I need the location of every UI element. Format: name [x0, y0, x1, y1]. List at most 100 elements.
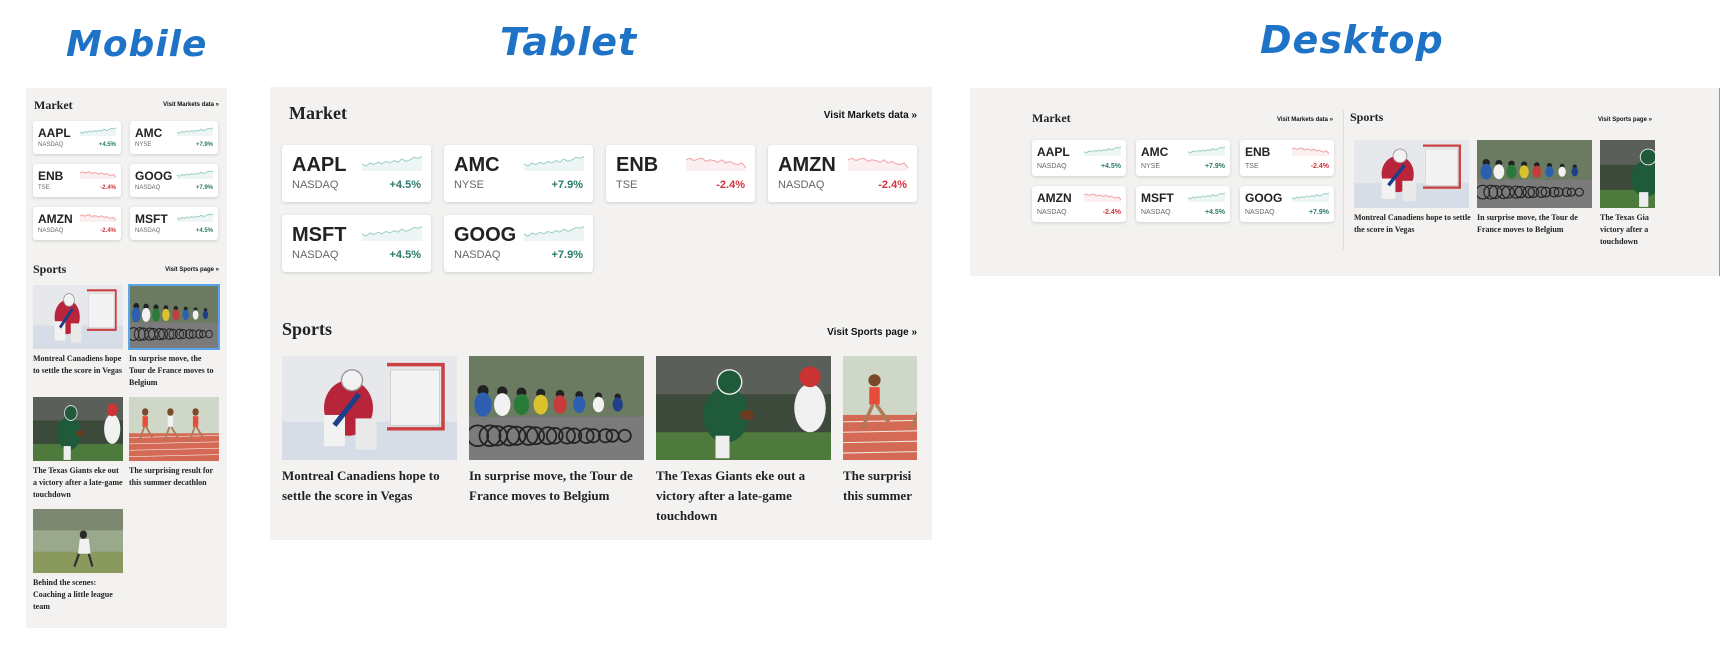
stock-card-aapl[interactable]: AAPL NASDAQ +4.5%	[33, 121, 121, 154]
stock-symbol: AMC	[135, 126, 163, 140]
stock-symbol: ENB	[616, 154, 659, 176]
sparkline-up-icon	[523, 226, 585, 241]
story-card[interactable]: The surprisi this summer	[843, 356, 917, 526]
cycling-peloton-photo	[469, 356, 644, 460]
story-caption: The Texas Gia victory after a touchdown	[1600, 213, 1649, 246]
sparkline-up-icon	[176, 170, 214, 179]
stock-card-aapl[interactable]: AAPL NASDAQ +4.5%	[1032, 140, 1126, 176]
stock-card-msft[interactable]: MSFT NASDAQ +4.5%	[130, 207, 218, 240]
sparkline-up-icon	[523, 156, 585, 171]
markets-link[interactable]: Visit Markets data »	[1277, 117, 1333, 123]
desktop-label: Desktop	[1260, 18, 1444, 62]
stock-change: +4.5%	[389, 179, 422, 191]
stock-symbol: MSFT	[292, 224, 347, 246]
story-caption: The Texas Giants eke out a victory after…	[656, 468, 806, 523]
stock-card-goog[interactable]: GOOG NASDAQ +7.9%	[1240, 186, 1334, 222]
market-title: Market	[1032, 111, 1071, 125]
stock-card-goog[interactable]: GOOG NASDAQ +7.9%	[130, 164, 218, 197]
stock-symbol: MSFT	[135, 212, 168, 226]
sparkline-up-icon	[1187, 192, 1226, 202]
stock-change: -2.4%	[716, 179, 745, 191]
story-caption: The Texas Giants eke out a victory after…	[33, 466, 123, 499]
story-card[interactable]: Behind the scenes: Coaching a little lea…	[33, 509, 123, 614]
stock-card-amzn[interactable]: AMZN NASDAQ -2.4%	[33, 207, 121, 240]
stock-card-msft[interactable]: MSFT NASDAQ +4.5%	[1136, 186, 1230, 222]
sparkline-up-icon	[176, 127, 214, 136]
sports-link[interactable]: Visit Sports page »	[1598, 117, 1652, 123]
stock-change: -2.4%	[1310, 163, 1329, 170]
sparkline-down-icon	[79, 214, 117, 222]
story-caption: In surprise move, the Tour de France mov…	[129, 354, 214, 387]
markets-link[interactable]: Visit Markets data »	[824, 110, 917, 121]
stock-symbol: AMC	[454, 154, 500, 176]
stock-card-enb[interactable]: ENB TSE -2.4%	[33, 164, 121, 197]
stock-card-enb[interactable]: ENB TSE -2.4%	[1240, 140, 1334, 176]
sparkline-up-icon	[361, 226, 423, 241]
mobile-label: Mobile	[66, 24, 208, 65]
stock-card-amc[interactable]: AMC NYSE +7.9%	[130, 121, 218, 154]
stock-card-enb[interactable]: ENB TSE -2.4%	[606, 145, 755, 202]
football-runner-photo	[656, 356, 831, 460]
stock-change: +4.5%	[1204, 209, 1225, 216]
story-card[interactable]: Montreal Canadiens hope to settle the sc…	[1354, 140, 1471, 260]
story-card[interactable]: In surprise move, the Tour de France mov…	[469, 356, 644, 526]
cycling-peloton-photo	[1477, 140, 1592, 208]
stock-card-aapl[interactable]: AAPL NASDAQ +4.5%	[282, 145, 431, 202]
story-card[interactable]: In surprise move, the Tour de France mov…	[1477, 140, 1592, 260]
story-card[interactable]: The Texas Gia victory after a touchdown	[1600, 140, 1655, 260]
story-caption: Behind the scenes: Coaching a little lea…	[33, 578, 113, 611]
stock-change: +4.5%	[98, 142, 116, 148]
stock-exchange: NYSE	[135, 142, 152, 148]
story-caption: The surprisi this summer	[843, 468, 912, 503]
cycling-peloton-photo	[128, 284, 220, 350]
story-card[interactable]: The Texas Giants eke out a victory after…	[33, 397, 123, 502]
story-card[interactable]: The surprising result for this summer de…	[129, 397, 219, 502]
stock-change: -2.4%	[1102, 209, 1121, 216]
stock-change: +4.5%	[1100, 163, 1121, 170]
stock-card-amc[interactable]: AMC NYSE +7.9%	[444, 145, 593, 202]
sports-link[interactable]: Visit Sports page »	[827, 327, 917, 338]
stock-exchange: NASDAQ	[454, 249, 501, 261]
story-caption: Montreal Canadiens hope to settle the sc…	[1354, 213, 1471, 234]
stock-exchange: TSE	[38, 185, 50, 191]
sparkline-up-icon	[1083, 146, 1122, 156]
stock-exchange: NASDAQ	[1037, 163, 1067, 170]
story-card[interactable]: Montreal Canadiens hope to settle the sc…	[33, 285, 123, 390]
stock-symbol: AMZN	[38, 212, 73, 226]
stock-card-amzn[interactable]: AMZN NASDAQ -2.4%	[1032, 186, 1126, 222]
stock-card-amzn[interactable]: AMZN NASDAQ -2.4%	[768, 145, 917, 202]
stock-symbol: AMZN	[778, 154, 836, 176]
stock-exchange: NASDAQ	[135, 185, 161, 191]
stock-change: -2.4%	[100, 185, 116, 191]
hockey-goalie-photo	[282, 356, 457, 460]
stock-card-amc[interactable]: AMC NYSE +7.9%	[1136, 140, 1230, 176]
stock-exchange: NASDAQ	[1245, 209, 1275, 216]
stock-exchange: TSE	[1245, 163, 1259, 170]
story-card[interactable]: In surprise move, the Tour de France mov…	[128, 284, 220, 390]
sparkline-up-icon	[361, 156, 423, 171]
stock-symbol: GOOG	[454, 224, 517, 246]
stock-card-msft[interactable]: MSFT NASDAQ +4.5%	[282, 215, 431, 272]
sparkline-up-icon	[1187, 146, 1226, 156]
sports-link[interactable]: Visit Sports page »	[165, 267, 219, 273]
story-card[interactable]: Montreal Canadiens hope to settle the sc…	[282, 356, 457, 526]
story-caption: Montreal Canadiens hope to settle the sc…	[33, 354, 122, 375]
sparkline-down-icon	[847, 157, 909, 171]
column-divider	[1343, 110, 1344, 250]
mobile-panel: Market Visit Markets data » AAPL NASDAQ …	[26, 88, 227, 628]
sports-title: Sports	[1350, 110, 1384, 124]
stock-card-goog[interactable]: GOOG NASDAQ +7.9%	[444, 215, 593, 272]
story-card[interactable]: The Texas Giants eke out a victory after…	[656, 356, 831, 526]
little-league-photo	[33, 509, 123, 573]
stock-change: +7.9%	[1308, 209, 1329, 216]
sparkline-up-icon	[176, 213, 214, 222]
stock-change: +7.9%	[195, 142, 213, 148]
tablet-panel: Market Visit Markets data » AAPL NASDAQ …	[270, 87, 932, 540]
stock-exchange: NASDAQ	[135, 228, 161, 234]
stock-change: +4.5%	[195, 228, 213, 234]
market-title: Market	[34, 98, 73, 112]
markets-link[interactable]: Visit Markets data »	[163, 102, 219, 108]
stock-symbol: GOOG	[1245, 191, 1283, 205]
market-title: Market	[289, 103, 347, 123]
stock-exchange: NYSE	[454, 179, 484, 191]
